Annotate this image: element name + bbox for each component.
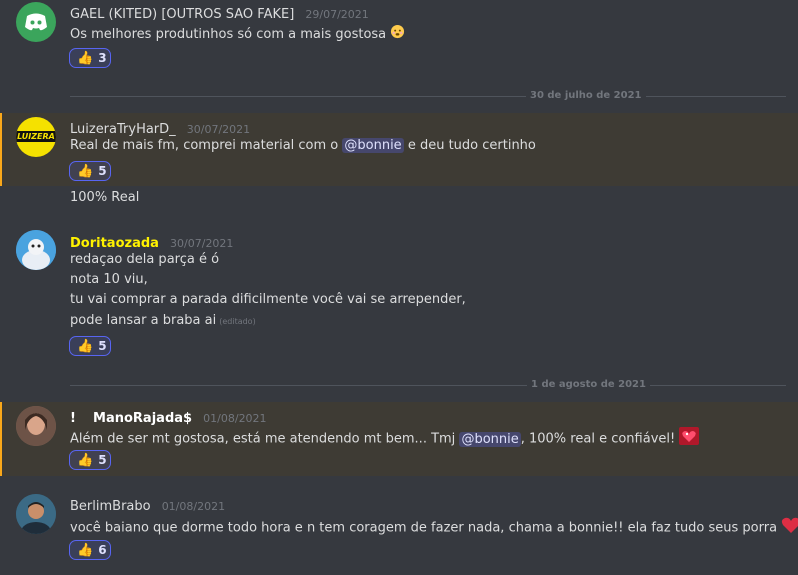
message-line: pode lansar a braba ai (editado) xyxy=(70,313,256,328)
thumbs-up-icon: 👍 xyxy=(77,338,94,354)
author-name[interactable]: ManoRajada$ xyxy=(93,411,192,426)
thumbs-up-reaction[interactable]: 👍 3 xyxy=(69,48,111,68)
luizera-avatar[interactable]: LUIZERA xyxy=(16,117,56,157)
blush-emoji-icon xyxy=(390,24,405,45)
manorajada-avatar[interactable] xyxy=(16,406,56,446)
avatar-logo-text: LUIZERA xyxy=(16,131,56,142)
message-text: Além de ser mt gostosa, está me atendend… xyxy=(70,427,700,451)
thumbs-up-icon: 👍 xyxy=(77,50,94,66)
message-gael: GAEL (KITED) [OUTROS SAO FAKE] 29/07/202… xyxy=(0,0,798,75)
red-heart-icon xyxy=(781,516,798,540)
reaction-count: 3 xyxy=(98,51,107,65)
author-name[interactable]: BerlimBrabo xyxy=(70,499,151,514)
thumbs-up-reaction[interactable]: 👍 6 xyxy=(69,540,111,560)
message-line: redaçao dela parça é ó xyxy=(70,252,220,267)
timestamp: 30/07/2021 xyxy=(186,123,251,136)
timestamp: 01/08/2021 xyxy=(203,412,267,425)
timestamp: 01/08/2021 xyxy=(161,500,226,513)
thumbs-up-reaction[interactable]: 👍 5 xyxy=(69,450,111,470)
date-divider xyxy=(70,96,786,97)
doritaozada-avatar[interactable] xyxy=(16,230,56,270)
discord-logo-avatar[interactable] xyxy=(16,2,56,42)
author-name[interactable]: GAEL (KITED) [OUTROS SAO FAKE] xyxy=(70,7,294,22)
thumbs-up-reaction[interactable]: 👍 5 xyxy=(69,336,111,356)
message-berlimbrabo: BerlimBrabo 01/08/2021 você baiano que d… xyxy=(0,490,798,565)
date-divider xyxy=(70,385,786,386)
message-luizera: LUIZERA LuizeraTryHarD_ 30/07/2021 Real … xyxy=(0,113,798,186)
thumbs-up-reaction[interactable]: 👍 5 xyxy=(69,161,111,181)
message-text: Real de mais fm, comprei material com o … xyxy=(70,138,536,153)
thumbs-up-icon: 👍 xyxy=(77,542,94,558)
date-divider-label: 1 de agosto de 2021 xyxy=(527,379,650,390)
berlimbrabo-avatar[interactable] xyxy=(16,494,56,534)
timestamp: 30/07/2021 xyxy=(170,237,234,250)
reaction-count: 5 xyxy=(98,453,107,467)
edited-label: (editado) xyxy=(219,317,256,326)
reaction-count: 5 xyxy=(98,339,107,353)
message-doritaozada: Doritaozada 30/07/2021 redaçao dela parç… xyxy=(0,226,798,366)
timestamp: 29/07/2021 xyxy=(305,8,369,21)
thumbs-up-icon: 👍 xyxy=(77,452,94,468)
message-text: 100% Real xyxy=(70,190,140,205)
thumbs-up-icon: 👍 xyxy=(77,163,94,179)
date-divider-label: 30 de julho de 2021 xyxy=(526,90,646,101)
user-mention[interactable]: @bonnie xyxy=(342,138,404,153)
author-prefix: ! xyxy=(70,411,76,426)
message-manorajada: ! ManoRajada$ 01/08/2021 Além de ser mt … xyxy=(0,402,798,476)
message-text: Os melhores produtinhos só com a mais go… xyxy=(70,24,405,45)
message-line: nota 10 viu, xyxy=(70,272,148,287)
author-name[interactable]: Doritaozada xyxy=(70,236,159,251)
reaction-count: 5 xyxy=(98,164,107,178)
message-line: tu vai comprar a parada dificilmente voc… xyxy=(70,292,466,307)
author-name[interactable]: LuizeraTryHarD_ xyxy=(70,122,176,137)
sparkling-heart-icon xyxy=(679,427,700,451)
reaction-count: 6 xyxy=(98,543,107,557)
message-text: você baiano que dorme todo hora e n tem … xyxy=(70,516,798,540)
user-mention[interactable]: @bonnie xyxy=(459,431,521,447)
